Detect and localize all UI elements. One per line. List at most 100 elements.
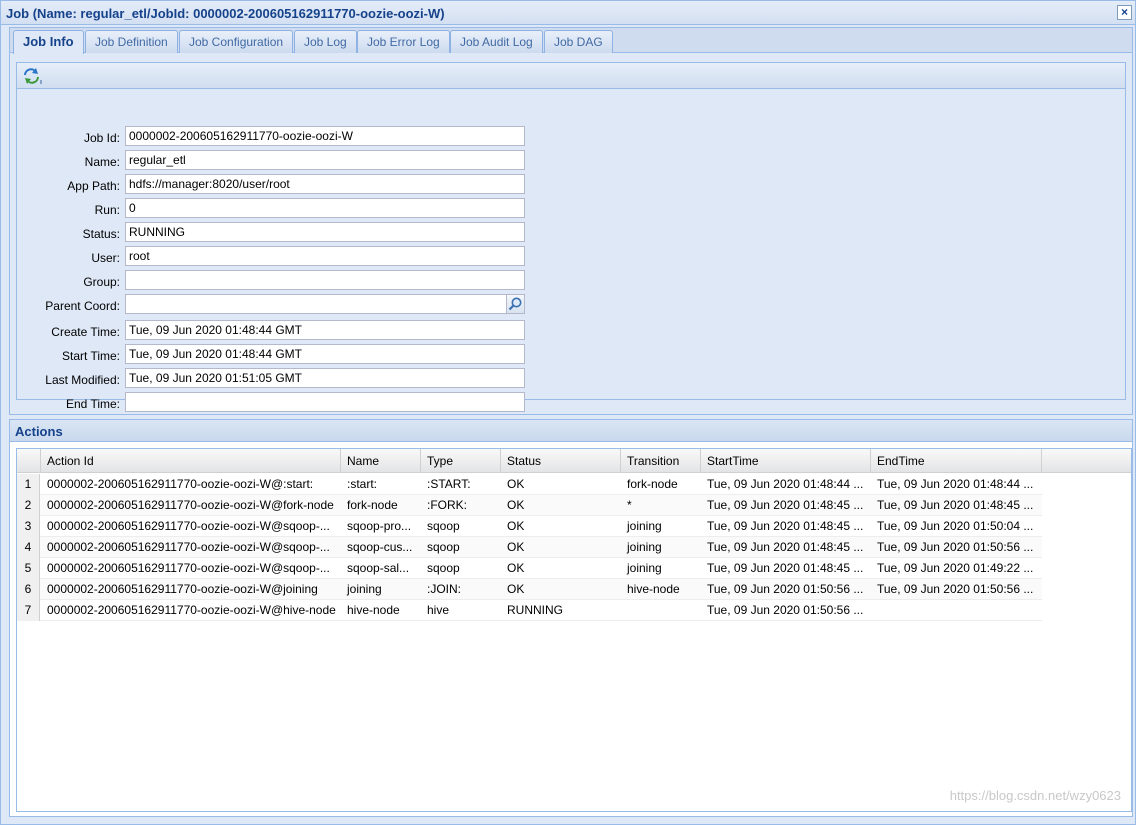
create-time-label: Create Time: [51,325,120,339]
header-name[interactable]: Name [341,449,421,473]
cell-name: joining [347,582,382,596]
last-modified-label: Last Modified: [45,373,120,387]
job-info-form: Job Id: 0000002-200605162911770-oozie-oo… [16,62,1126,412]
cell-action-id: 0000002-200605162911770-oozie-oozi-W@hiv… [47,603,336,617]
actions-panel: Actions Action Id Name Type Status Trans… [9,419,1133,817]
tab-job-info[interactable]: Job Info [13,30,84,54]
cell-end-time [871,600,1042,621]
header-type[interactable]: Type [421,449,501,473]
cell-action-id: 0000002-200605162911770-oozie-oozi-W@sqo… [47,561,330,575]
cell-start-time: Tue, 09 Jun 2020 01:48:45 ... [707,519,864,533]
parent-coord-field[interactable] [125,294,507,314]
cell-type: hive [427,603,450,617]
tab-job-dag[interactable]: Job DAG [544,30,613,53]
name-label: Name: [84,155,120,169]
row-number: 4 [17,537,40,558]
tab-job-definition[interactable]: Job Definition [85,30,178,53]
cell-status: OK [507,582,525,596]
actions-grid: Action Id Name Type Status Transition St… [16,448,1132,812]
cell-end-time: Tue, 09 Jun 2020 01:50:04 ... [877,519,1034,533]
create-time-field[interactable]: Tue, 09 Jun 2020 01:48:44 GMT [125,320,525,340]
cell-type: sqoop [427,519,460,533]
cell-status: OK [507,561,525,575]
tab-strip: Job Info Job Definition Job Configuratio… [10,28,1132,54]
status-label: Status: [82,227,120,241]
group-field[interactable] [125,270,525,290]
row-number: 3 [17,516,40,537]
start-time-field[interactable]: Tue, 09 Jun 2020 01:48:44 GMT [125,344,525,364]
cell-transition: hive-node [627,582,680,596]
start-time-label: Start Time: [61,349,120,363]
user-label: User: [91,251,120,265]
header-action-id[interactable]: Action Id [41,449,341,473]
table-row[interactable]: 5 0000002-200605162911770-oozie-oozi-W@sq… [17,558,1042,579]
job-window: Job (Name: regular_etl/JobId: 0000002-20… [0,0,1136,825]
watermark: https://blog.csdn.net/wzy0623 [949,788,1121,803]
table-row[interactable]: 2 0000002-200605162911770-oozie-oozi-W@fo… [17,495,1042,516]
table-row[interactable]: 1 0000002-200605162911770-oozie-oozi-W@:s… [17,474,1042,495]
header-end-time[interactable]: EndTime [871,449,1042,473]
cell-end-time: Tue, 09 Jun 2020 01:49:22 ... [877,561,1034,575]
cell-name: hive-node [347,603,400,617]
cell-type: sqoop [427,561,460,575]
cell-type: sqoop [427,540,460,554]
status-field[interactable]: RUNNING [125,222,525,242]
end-time-field[interactable] [125,392,525,412]
user-field[interactable]: root [125,246,525,266]
cell-action-id: 0000002-200605162911770-oozie-oozi-W@sqo… [47,519,330,533]
cell-end-time: Tue, 09 Jun 2020 01:48:44 ... [877,477,1034,491]
cell-type: :FORK: [427,498,468,512]
cell-transition: * [627,498,632,512]
header-start-time[interactable]: StartTime [701,449,871,473]
window-title: Job (Name: regular_etl/JobId: 0000002-20… [6,6,445,21]
cell-transition: fork-node [627,477,678,491]
actions-header: Actions [10,420,1132,442]
cell-action-id: 0000002-200605162911770-oozie-oozi-W@for… [47,498,334,512]
tab-job-audit-log[interactable]: Job Audit Log [450,30,543,53]
tab-job-log[interactable]: Job Log [294,30,357,53]
refresh-icon[interactable] [21,66,43,86]
run-label: Run: [94,203,120,217]
cell-start-time: Tue, 09 Jun 2020 01:50:56 ... [707,603,864,617]
header-transition[interactable]: Transition [621,449,701,473]
cell-end-time: Tue, 09 Jun 2020 01:50:56 ... [877,540,1034,554]
header-rownum [17,449,41,473]
row-number: 1 [17,474,40,495]
job-id-field[interactable]: 0000002-200605162911770-oozie-oozi-W [125,126,525,146]
cell-transition: joining [627,519,662,533]
row-number: 5 [17,558,40,579]
cell-start-time: Tue, 09 Jun 2020 01:48:45 ... [707,498,864,512]
close-icon[interactable]: × [1117,5,1132,20]
header-status[interactable]: Status [501,449,621,473]
actions-title: Actions [15,424,63,439]
row-number: 2 [17,495,40,516]
tab-job-configuration[interactable]: Job Configuration [179,30,294,53]
magnifier-icon[interactable] [506,294,525,314]
cell-name: :start: [347,477,378,491]
cell-name: sqoop-cus... [347,540,413,554]
cell-status: OK [507,498,525,512]
window-header[interactable]: Job (Name: regular_etl/JobId: 0000002-20… [1,1,1135,25]
cell-type: :START: [427,477,471,491]
table-row[interactable]: 3 0000002-200605162911770-oozie-oozi-W@sq… [17,516,1042,537]
group-label: Group: [83,275,120,289]
tab-job-error-log[interactable]: Job Error Log [357,30,450,53]
table-row[interactable]: 7 0000002-200605162911770-oozie-oozi-W@hi… [17,600,1042,621]
cell-start-time: Tue, 09 Jun 2020 01:48:45 ... [707,561,864,575]
cell-transition: joining [627,540,662,554]
job-tab-panel: Job Info Job Definition Job Configuratio… [9,27,1133,415]
cell-transition [621,600,701,621]
cell-type: :JOIN: [427,582,462,596]
run-field[interactable]: 0 [125,198,525,218]
end-time-label: End Time: [65,397,120,411]
cell-status: RUNNING [507,603,563,617]
app-path-field[interactable]: hdfs://manager:8020/user/root [125,174,525,194]
table-row[interactable]: 4 0000002-200605162911770-oozie-oozi-W@sq… [17,537,1042,558]
last-modified-field[interactable]: Tue, 09 Jun 2020 01:51:05 GMT [125,368,525,388]
app-path-label: App Path: [67,179,120,193]
name-field[interactable]: regular_etl [125,150,525,170]
cell-action-id: 0000002-200605162911770-oozie-oozi-W@joi… [47,582,318,596]
cell-status: OK [507,519,525,533]
table-row[interactable]: 6 0000002-200605162911770-oozie-oozi-W@jo… [17,579,1042,600]
row-number: 7 [17,600,40,621]
